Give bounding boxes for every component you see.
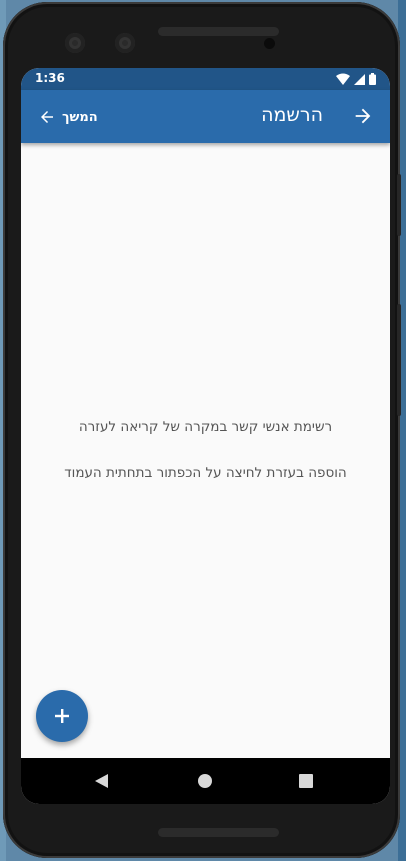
back-icon[interactable]	[95, 774, 108, 788]
home-icon[interactable]	[198, 774, 212, 788]
add-contact-button[interactable]	[36, 690, 88, 742]
cell-signal-icon	[354, 73, 365, 85]
status-time: 1:36	[35, 71, 65, 85]
phone-frame: 1:36 הרשמה המשך רשימת אנשי קשר במקרה של …	[3, 2, 401, 858]
status-icons	[336, 72, 376, 86]
power-button	[397, 174, 401, 236]
bottom-speaker	[158, 828, 279, 837]
wifi-icon	[336, 73, 350, 85]
empty-list-message: רשימת אנשי קשר במקרה של קריאה לעזרה	[78, 419, 333, 435]
battery-icon	[369, 73, 376, 85]
recents-icon[interactable]	[299, 774, 313, 788]
page-title: הרשמה	[261, 104, 323, 126]
arrow-back-icon	[41, 111, 53, 123]
continue-label: המשך	[62, 109, 98, 125]
secondary-camera-icon	[115, 33, 135, 53]
plus-icon	[55, 709, 69, 723]
proximity-sensor	[264, 38, 275, 49]
continue-button[interactable]: המשך	[38, 106, 98, 128]
status-bar: 1:36	[21, 68, 390, 90]
earpiece-speaker	[158, 27, 279, 36]
navigation-bar	[21, 758, 390, 804]
app-bar: הרשמה המשך	[21, 90, 390, 143]
front-camera-icon	[65, 33, 85, 53]
device-screen: 1:36 הרשמה המשך רשימת אנשי קשר במקרה של …	[21, 68, 390, 804]
add-instruction-message: הוספה בעזרת לחיצה על הכפתור בתחתית העמוד	[64, 465, 347, 481]
arrow-forward-icon[interactable]	[352, 105, 374, 127]
volume-button	[397, 304, 401, 416]
